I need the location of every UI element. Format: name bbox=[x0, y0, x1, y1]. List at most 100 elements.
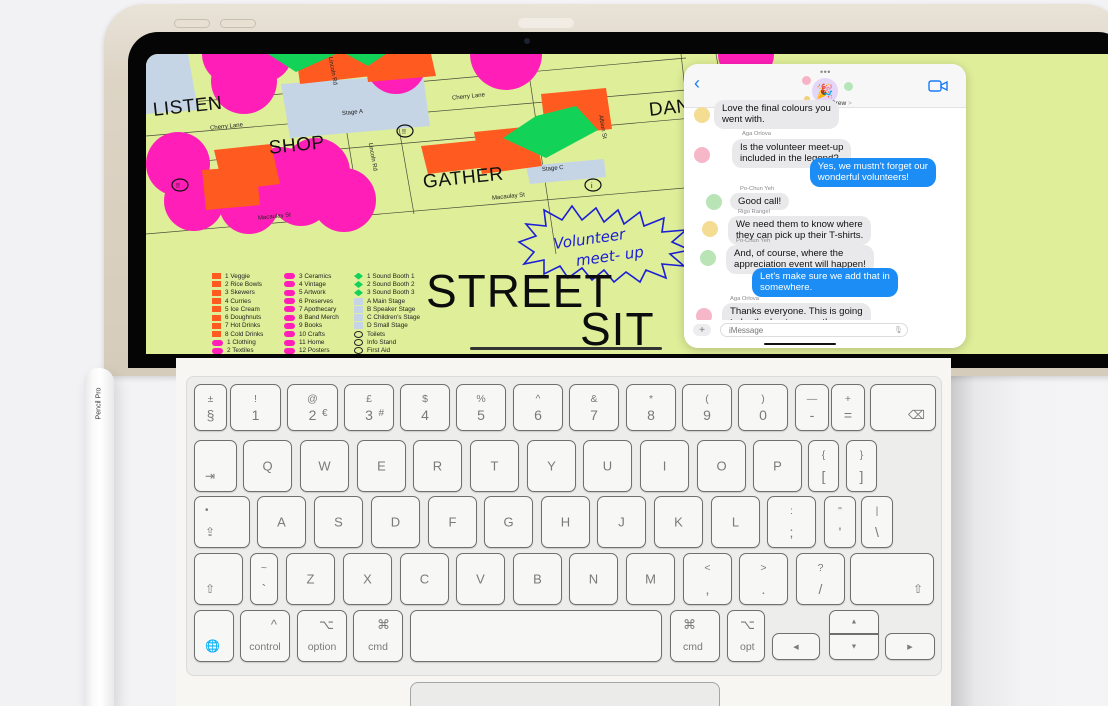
microphone-icon[interactable]: 🎙 bbox=[894, 326, 903, 334]
key-][interactable]: }] bbox=[846, 440, 877, 492]
key-l[interactable]: L bbox=[711, 496, 760, 548]
message-bubble[interactable]: Good call! bbox=[730, 193, 790, 211]
key-delete[interactable]: ⌫ bbox=[870, 384, 936, 431]
key-cmd[interactable]: ⌘ cmd bbox=[353, 610, 403, 662]
key-9[interactable]: (9 bbox=[682, 384, 732, 431]
legend-item: 4 Curries bbox=[212, 297, 292, 305]
key-;[interactable]: :; bbox=[767, 496, 816, 548]
modifier-label: opt bbox=[740, 641, 755, 653]
key-w[interactable]: W bbox=[300, 440, 349, 492]
legend-item: 5 Ice Cream bbox=[212, 305, 292, 313]
key-e[interactable]: E bbox=[357, 440, 406, 492]
trackpad[interactable] bbox=[410, 682, 720, 706]
retail-marker-icon bbox=[284, 281, 295, 288]
key-a[interactable]: A bbox=[257, 496, 306, 548]
key-shift-right[interactable]: ⇧ bbox=[850, 553, 934, 605]
key-caps-lock[interactable]: ⇪ • bbox=[194, 496, 250, 548]
key-\[interactable]: | \ bbox=[861, 496, 893, 548]
key-h[interactable]: H bbox=[541, 496, 590, 548]
key-j[interactable]: J bbox=[597, 496, 646, 548]
key-z[interactable]: Z bbox=[286, 553, 335, 605]
key-opt[interactable]: ⌥ opt bbox=[727, 610, 765, 662]
key-cmd[interactable]: ⌘ cmd bbox=[670, 610, 720, 662]
key-option[interactable]: ⌥ option bbox=[297, 610, 347, 662]
key-[[interactable]: {[ bbox=[808, 440, 839, 492]
key-control[interactable]: ^ control bbox=[240, 610, 290, 662]
key-n[interactable]: N bbox=[569, 553, 618, 605]
key-f[interactable]: F bbox=[428, 496, 477, 548]
window-grabber[interactable]: • • • bbox=[820, 67, 831, 77]
key-6[interactable]: ^ 6 bbox=[513, 384, 563, 431]
key-space[interactable] bbox=[410, 610, 662, 662]
key-arrow-down[interactable]: ▼ bbox=[829, 634, 879, 660]
key-label: H bbox=[560, 514, 571, 530]
retail-marker-icon bbox=[284, 322, 295, 329]
key--[interactable]: — - bbox=[795, 384, 829, 431]
key-7[interactable]: & 7 bbox=[569, 384, 619, 431]
key-5[interactable]: % 5 bbox=[456, 384, 506, 431]
retail-marker-icon bbox=[284, 339, 295, 346]
key-t[interactable]: T bbox=[470, 440, 519, 492]
key-/[interactable]: ? / bbox=[796, 553, 845, 605]
back-button[interactable]: ‹ bbox=[694, 74, 700, 92]
key-label: 1 bbox=[251, 407, 260, 423]
key-shift-label: % bbox=[476, 393, 486, 405]
food-lot bbox=[202, 166, 260, 210]
key-8[interactable]: * 8 bbox=[626, 384, 676, 431]
key-label: X bbox=[363, 571, 372, 587]
key-label: P bbox=[773, 458, 782, 474]
key-arrow-left[interactable]: ◀ bbox=[772, 633, 820, 660]
key-.[interactable]: >. bbox=[739, 553, 788, 605]
key-q[interactable]: Q bbox=[243, 440, 292, 492]
legend-item: 7 Apothecary bbox=[284, 305, 364, 313]
sender-name: Po-Chun Yeh bbox=[740, 186, 775, 192]
key-arrow-right[interactable]: ▶ bbox=[885, 633, 935, 660]
key-2[interactable]: @2 € bbox=[287, 384, 338, 431]
key-'[interactable]: " ' bbox=[824, 496, 856, 548]
key-i[interactable]: I bbox=[640, 440, 689, 492]
stage-icon bbox=[354, 322, 363, 330]
key-r[interactable]: R bbox=[413, 440, 462, 492]
key-§[interactable]: ± § bbox=[194, 384, 227, 431]
screen-home-indicator bbox=[470, 347, 662, 350]
key-u[interactable]: U bbox=[583, 440, 632, 492]
message-bubble[interactable]: Let's make sure we add that in somewhere. bbox=[752, 268, 898, 297]
key-b[interactable]: B bbox=[513, 553, 562, 605]
sender-name: Aga Orlova bbox=[730, 296, 759, 302]
key-3[interactable]: £3 # bbox=[344, 384, 394, 431]
first-aid-icon bbox=[354, 347, 363, 354]
video-call-icon[interactable] bbox=[928, 80, 948, 92]
key-,[interactable]: <, bbox=[683, 553, 732, 605]
key-v[interactable]: V bbox=[456, 553, 505, 605]
key-0[interactable]: ) 0 bbox=[738, 384, 788, 431]
retail-marker-icon bbox=[284, 314, 295, 321]
key-c[interactable]: C bbox=[400, 553, 449, 605]
key-tab[interactable]: ⇥ bbox=[194, 440, 237, 492]
key-g[interactable]: G bbox=[484, 496, 533, 548]
imessage-input[interactable] bbox=[720, 323, 908, 337]
key-s[interactable]: S bbox=[314, 496, 363, 548]
key-k[interactable]: K bbox=[654, 496, 703, 548]
key-shift-label: } bbox=[859, 449, 864, 461]
key-globe[interactable]: 🌐 bbox=[194, 610, 234, 662]
sound-booth-icon bbox=[354, 272, 363, 280]
message-bubble[interactable]: Yes, we mustn't forget our wonderful volu… bbox=[809, 158, 936, 187]
key-4[interactable]: $4 bbox=[400, 384, 450, 431]
apps-button[interactable]: + bbox=[693, 324, 711, 336]
key-m[interactable]: M bbox=[626, 553, 675, 605]
legend-item: 6 Doughnuts bbox=[212, 313, 292, 321]
key-o[interactable]: O bbox=[697, 440, 746, 492]
key-`[interactable]: ~ ` bbox=[250, 553, 278, 605]
info-stand-icon bbox=[584, 178, 602, 192]
key-arrow-up[interactable]: ▲ bbox=[829, 610, 879, 634]
key-shift-label: £ bbox=[366, 393, 372, 405]
message-bubble[interactable]: Love the final colours you went with. bbox=[714, 100, 839, 129]
key-1[interactable]: ! 1 bbox=[230, 384, 281, 431]
key-shift-left[interactable]: ⇧ bbox=[194, 553, 243, 605]
key-d[interactable]: D bbox=[371, 496, 420, 548]
key-x[interactable]: X bbox=[343, 553, 392, 605]
key-=[interactable]: + = bbox=[831, 384, 865, 431]
key-p[interactable]: P bbox=[753, 440, 802, 492]
key-y[interactable]: Y bbox=[527, 440, 576, 492]
top-button bbox=[518, 18, 574, 28]
